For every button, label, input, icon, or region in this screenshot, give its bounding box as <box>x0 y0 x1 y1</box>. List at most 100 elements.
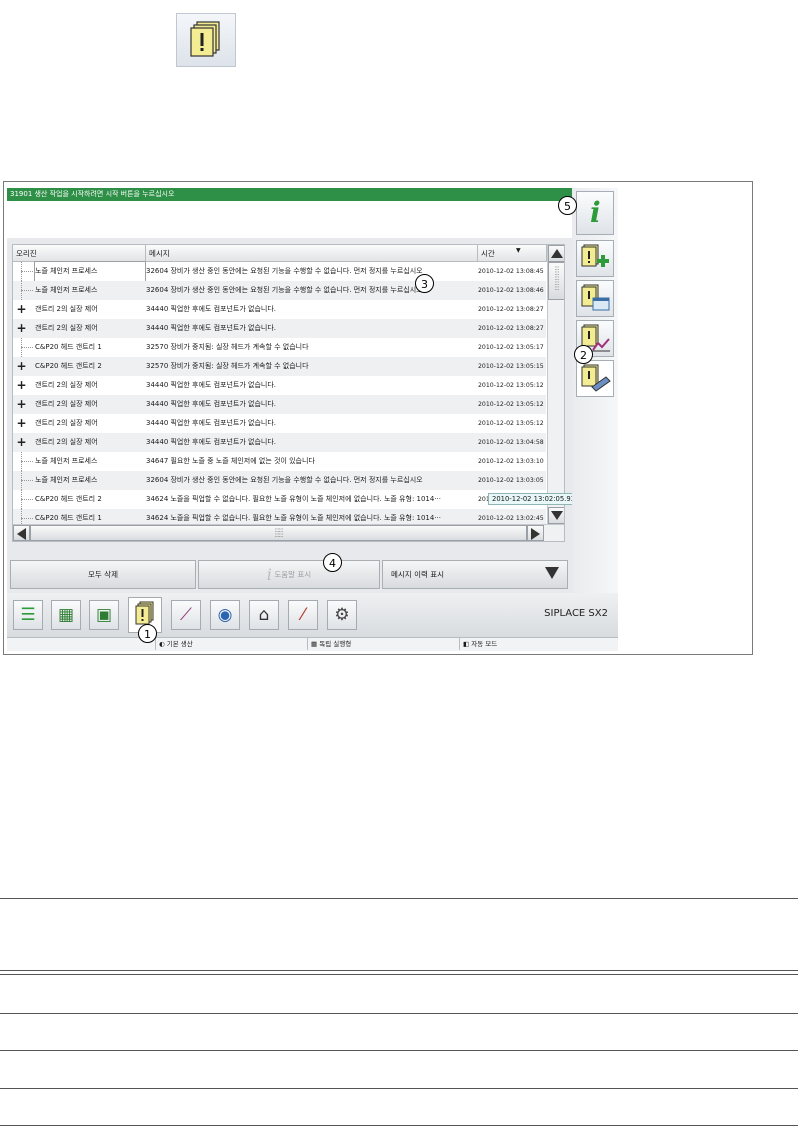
cell-message: 32604 장비가 생산 중인 동안에는 요청된 기능을 수행할 수 없습니다.… <box>146 476 423 484</box>
cell-message: 34440 픽업한 후에도 컴포넌트가 없습니다. <box>146 419 276 427</box>
delete-all-button[interactable]: 모두 삭제 <box>10 560 196 589</box>
sort-indicator-icon: ▼ <box>516 247 521 254</box>
table-row[interactable]: + 갠트리 2의 실장 제어 34440 픽업한 후에도 컴포넌트가 없습니다. 20… <box>13 319 546 338</box>
divider <box>0 1088 798 1089</box>
vertical-scrollbar[interactable]: ::::::::::::::: <box>547 245 564 524</box>
column-header-origin[interactable]: 오리진 <box>13 245 146 262</box>
divider <box>0 1050 798 1051</box>
setup-icon[interactable]: ▣ <box>89 600 119 630</box>
cell-origin: 노즐 체인저 프로세스 <box>35 457 98 465</box>
scroll-up-button[interactable] <box>548 245 564 262</box>
footer-basic-production: ◐ 기본 생산 <box>155 638 309 650</box>
tree-branch <box>21 461 33 462</box>
table-row[interactable]: C&P20 헤드 갠트리 2 34624 노즐을 픽업할 수 없습니다. 필요한 … <box>13 490 546 509</box>
footer-auto-mode: ◧ 자동 모드 <box>459 638 613 650</box>
camera-icon[interactable]: ◉ <box>210 600 240 630</box>
column-header-time[interactable]: 시간 ▼ <box>478 245 547 262</box>
chart-icon[interactable]: ⟋ <box>171 600 201 630</box>
info-icon: i <box>266 565 272 584</box>
arrow-up-icon <box>550 249 563 258</box>
message-edit-icon <box>581 364 611 392</box>
cell-message: 34440 픽업한 후에도 컴포넌트가 없습니다. <box>146 381 276 389</box>
cell-message: 34440 픽업한 후에도 컴포넌트가 없습니다. <box>146 324 276 332</box>
cell-time: 2010-12-02 13:05:12 <box>478 420 544 427</box>
expand-icon[interactable]: + <box>16 417 27 429</box>
tree-branch <box>21 290 33 291</box>
production-stack-icon[interactable]: ☰ <box>13 600 43 630</box>
expand-icon[interactable]: + <box>16 379 27 391</box>
tree-branch <box>21 499 33 500</box>
add-message-button[interactable] <box>576 240 614 277</box>
main-toolbar: ☰ ▦ ▣ ⟋ ◉ ⌂ ⁄ ⚙ SIPLACE SX2 <box>7 593 618 637</box>
cell-origin: 갠트리 2의 실장 제어 <box>35 305 98 313</box>
cell-time: 2010-12-02 13:05:12 <box>478 401 544 408</box>
scroll-down-button[interactable] <box>548 507 564 524</box>
callout-1: 1 <box>138 624 157 643</box>
message-edit-button[interactable] <box>576 360 614 397</box>
tool-icon[interactable]: ⁄ <box>288 600 318 630</box>
info-icon: i <box>590 196 601 229</box>
table-row[interactable]: + 갠트리 2의 실장 제어 34440 픽업한 후에도 컴포넌트가 없습니다. 20… <box>13 395 546 414</box>
cell-origin: C&P20 헤드 갠트리 2 <box>35 495 102 503</box>
brand-label: SIPLACE SX2 <box>544 608 608 619</box>
tree-branch <box>21 271 33 272</box>
cell-time: 2010-12-02 13:04:58 <box>478 439 544 446</box>
message-stack-icon <box>176 13 236 67</box>
expand-icon[interactable]: + <box>16 436 27 448</box>
message-window-button[interactable] <box>576 280 614 317</box>
column-header-message[interactable]: 메시지 <box>146 245 478 262</box>
table-row[interactable]: + 갠트리 2의 실장 제어 34440 픽업한 후에도 컴포넌트가 없습니다. 20… <box>13 433 546 452</box>
expand-icon[interactable]: + <box>16 398 27 410</box>
cell-origin: 갠트리 2의 실장 제어 <box>35 400 98 408</box>
horizontal-scroll-thumb[interactable]: :::::::::::: <box>30 525 527 541</box>
cell-origin: 갠트리 2의 실장 제어 <box>35 419 98 427</box>
scroll-right-button[interactable] <box>527 525 544 541</box>
table-row[interactable]: 노즐 체인저 프로세스 32604 장비가 생산 중인 동안에는 요청된 기능을 … <box>13 261 546 282</box>
table-row[interactable]: C&P20 헤드 갠트리 1 32570 장비가 중지됨: 실장 헤드가 계속할 … <box>13 338 546 357</box>
vertical-scroll-thumb[interactable]: ::::::::::::::: <box>548 262 564 300</box>
info-button[interactable]: i <box>576 191 614 235</box>
cell-time: 2010-12-02 13:03:05 <box>478 477 544 484</box>
expand-icon[interactable]: + <box>16 360 27 372</box>
cell-message: 34647 필요한 노즐 중 노즐 체인저에 없는 것이 있습니다 <box>146 457 315 465</box>
footer-status-bar: ◐ 기본 생산 ▦ 독립 실행형 ◧ 자동 모드 <box>7 637 618 651</box>
cell-message: 34440 픽업한 후에도 컴포넌트가 없습니다. <box>146 400 276 408</box>
cell-origin: 갠트리 2의 실장 제어 <box>35 381 98 389</box>
table-row[interactable]: + C&P20 헤드 갠트리 2 32570 장비가 중지됨: 실장 헤드가 계속할… <box>13 357 546 376</box>
cell-origin: C&P20 헤드 갠트리 2 <box>35 362 102 370</box>
table-row[interactable]: 노즐 체인저 프로세스 34647 필요한 노즐 중 노즐 체인저에 없는 것이 … <box>13 452 546 471</box>
table-row[interactable]: + 갠트리 2의 실장 제어 34440 픽업한 후에도 컴포넌트가 없습니다. 20… <box>13 414 546 433</box>
timestamp-tooltip: 2010-12-02 13:02:05.931 <box>488 493 584 505</box>
cell-message: 34624 노즐을 픽업할 수 없습니다. 필요한 노즐 유형이 노즐 체인저에… <box>146 495 442 503</box>
tree-branch <box>21 347 33 348</box>
arrow-down-icon <box>550 511 563 520</box>
table-row[interactable]: 노즐 체인저 프로세스 32604 장비가 생산 중인 동안에는 요청된 기능을 … <box>13 281 546 300</box>
footer-independent-run: ▦ 독립 실행형 <box>307 638 461 650</box>
show-help-button[interactable]: i 도움말 표시 <box>198 560 380 589</box>
expand-icon[interactable]: + <box>16 303 27 315</box>
settings-icon[interactable]: ⚙ <box>327 600 357 630</box>
feeder-icon[interactable]: ⌂ <box>249 600 279 630</box>
table-row[interactable]: 노즐 체인저 프로세스 32604 장비가 생산 중인 동안에는 요청된 기능을 … <box>13 471 546 490</box>
cell-message: 32570 장비가 중지됨: 실장 헤드가 계속할 수 없습니다 <box>146 362 309 370</box>
cell-time: 2010-12-02 13:05:17 <box>478 344 544 351</box>
grid-icon[interactable]: ▦ <box>51 600 81 630</box>
horizontal-scrollbar[interactable]: :::::::::::: <box>13 524 564 541</box>
cell-message: 32570 장비가 중지됨: 실장 헤드가 계속할 수 없습니다 <box>146 343 309 351</box>
arrow-right-icon <box>531 528 540 540</box>
callout-2: 2 <box>574 345 593 364</box>
status-message-bar: 31901 생산 작업을 시작하려면 시작 버튼을 누르십시오 <box>7 188 572 201</box>
table-row[interactable]: + 갠트리 2의 실장 제어 34440 픽업한 후에도 컴포넌트가 없습니다. 20… <box>13 300 546 319</box>
message-window-icon <box>581 284 610 311</box>
tree-branch <box>21 480 33 481</box>
cell-message: 34440 픽업한 후에도 컴포넌트가 없습니다. <box>146 438 276 446</box>
cell-message: 34440 픽업한 후에도 컴포넌트가 없습니다. <box>146 305 276 313</box>
arrow-left-icon <box>17 528 26 540</box>
message-history-dropdown[interactable]: 메시지 이력 표시 <box>382 560 568 589</box>
callout-5: 5 <box>558 196 577 215</box>
siplace-screen: 31901 생산 작업을 시작하려면 시작 버튼을 누르십시오 오리진 메시지 … <box>7 188 618 651</box>
divider <box>0 974 798 975</box>
expand-icon[interactable]: + <box>16 322 27 334</box>
table-row[interactable]: + 갠트리 2의 실장 제어 34440 픽업한 후에도 컴포넌트가 없습니다. 20… <box>13 376 546 395</box>
scroll-left-button[interactable] <box>13 525 30 541</box>
